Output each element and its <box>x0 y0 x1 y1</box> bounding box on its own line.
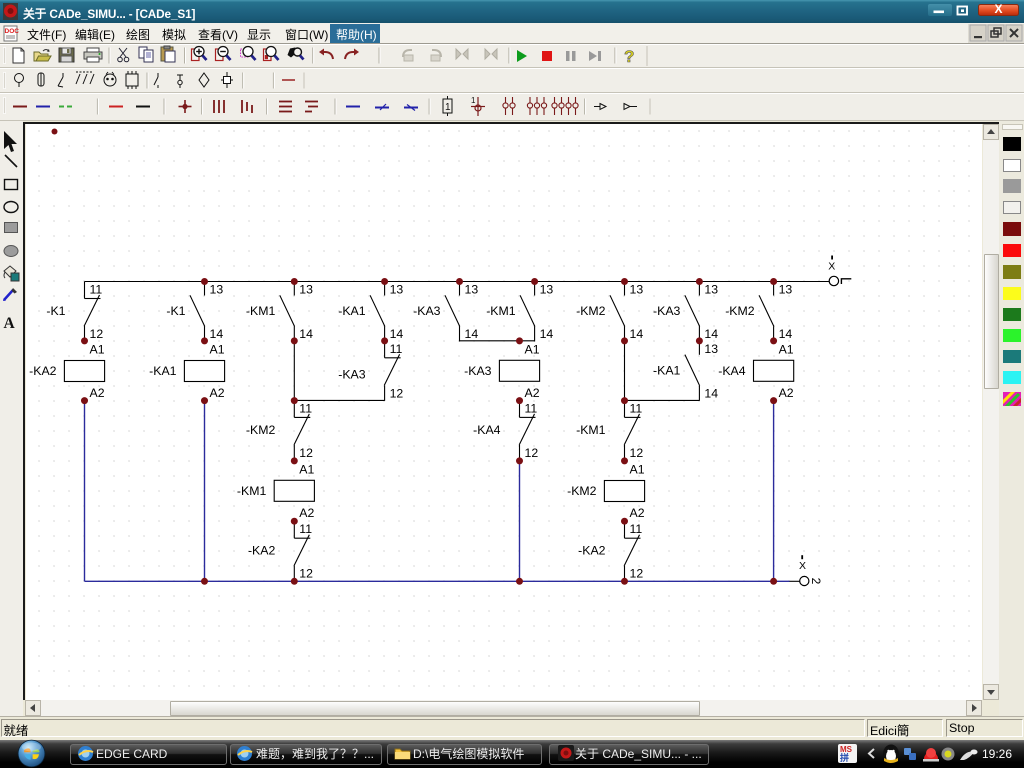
svg-text:-KM2: -KM2 <box>246 423 276 437</box>
svg-text:A2: A2 <box>630 506 645 520</box>
svg-text:拼: 拼 <box>840 752 849 763</box>
svg-text:13: 13 <box>704 342 718 356</box>
svg-text:14: 14 <box>779 327 793 341</box>
svg-text:14: 14 <box>210 327 224 341</box>
svg-text:-KA3: -KA3 <box>413 304 440 318</box>
svg-text:14: 14 <box>704 327 718 341</box>
svg-text:12: 12 <box>299 567 313 581</box>
svg-text:A2: A2 <box>525 386 540 400</box>
svg-text:11: 11 <box>299 401 312 415</box>
svg-text:-KA3: -KA3 <box>653 304 680 318</box>
svg-text:13: 13 <box>299 283 313 297</box>
svg-text:-KM1: -KM1 <box>246 304 276 318</box>
svg-text:A2: A2 <box>90 386 105 400</box>
svg-text:13: 13 <box>390 283 404 297</box>
svg-text:-KA2: -KA2 <box>578 544 605 558</box>
svg-text:-KA1: -KA1 <box>653 363 680 377</box>
svg-text:12: 12 <box>299 446 313 460</box>
svg-text:-KA2: -KA2 <box>248 544 275 558</box>
svg-text:A1: A1 <box>779 342 794 356</box>
svg-text:-KM2: -KM2 <box>576 304 606 318</box>
svg-text:11: 11 <box>299 522 312 536</box>
svg-text:11: 11 <box>630 522 643 536</box>
svg-text:-KA2: -KA2 <box>29 364 56 378</box>
svg-text:14: 14 <box>704 386 718 400</box>
svg-text:12: 12 <box>525 446 539 460</box>
svg-text:-KM2: -KM2 <box>725 304 755 318</box>
svg-text:11: 11 <box>630 401 643 415</box>
svg-text:13: 13 <box>540 283 554 297</box>
svg-text:-KA4: -KA4 <box>473 423 500 437</box>
svg-text:-K1: -K1 <box>166 304 185 318</box>
svg-text:A1: A1 <box>525 342 540 356</box>
svg-text:12: 12 <box>630 567 644 581</box>
svg-text:14: 14 <box>540 327 554 341</box>
svg-text:13: 13 <box>704 283 718 297</box>
svg-text:-KA1: -KA1 <box>149 364 176 378</box>
svg-text:-KA3: -KA3 <box>338 367 365 381</box>
svg-text:2: 2 <box>809 578 823 585</box>
svg-text:-K1: -K1 <box>46 304 65 318</box>
svg-text:-KM2: -KM2 <box>567 484 597 498</box>
svg-text:13: 13 <box>465 283 479 297</box>
svg-text:A1: A1 <box>210 343 225 357</box>
svg-text:13: 13 <box>630 283 644 297</box>
svg-text:-KM1: -KM1 <box>237 484 267 498</box>
svg-text:A1: A1 <box>299 462 314 476</box>
svg-text:-KA1: -KA1 <box>338 304 365 318</box>
svg-text:-KA3: -KA3 <box>464 364 491 378</box>
svg-text:A2: A2 <box>779 386 794 400</box>
svg-text:14: 14 <box>630 327 644 341</box>
svg-text:-KM1: -KM1 <box>576 423 606 437</box>
svg-text:13: 13 <box>210 283 224 297</box>
svg-text:-KA4: -KA4 <box>718 364 745 378</box>
svg-text:X: X <box>828 260 835 272</box>
svg-text:14: 14 <box>299 327 313 341</box>
svg-text:12: 12 <box>630 446 644 460</box>
svg-text:A1: A1 <box>630 463 645 477</box>
svg-text:14: 14 <box>390 327 404 341</box>
svg-text:11: 11 <box>90 283 103 297</box>
svg-text:11: 11 <box>525 401 538 415</box>
svg-text:-KM1: -KM1 <box>486 304 516 318</box>
svg-text:12: 12 <box>90 327 104 341</box>
svg-text:A2: A2 <box>299 506 314 520</box>
svg-text:X: X <box>799 560 806 572</box>
svg-text:A2: A2 <box>210 386 225 400</box>
svg-text:11: 11 <box>390 342 403 356</box>
svg-text:A1: A1 <box>90 343 105 357</box>
svg-text:12: 12 <box>390 386 404 400</box>
svg-text:14: 14 <box>465 327 479 341</box>
svg-text:13: 13 <box>779 283 793 297</box>
